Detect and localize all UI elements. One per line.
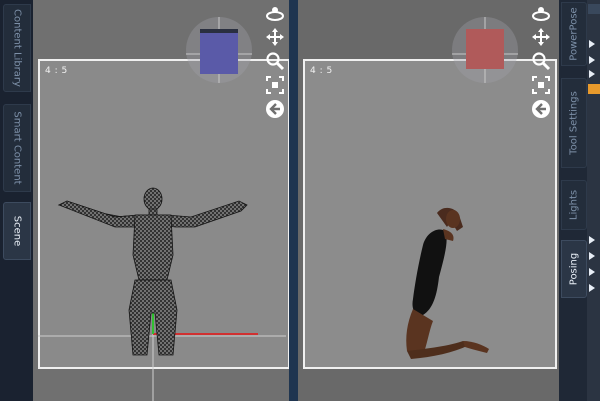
tab-label: Posing — [568, 252, 580, 286]
aspect-ratio-label: 4 : 5 — [310, 66, 333, 76]
tab-tool-settings[interactable]: Tool Settings — [561, 78, 587, 168]
pan-icon[interactable] — [531, 27, 551, 47]
tab-smart-content[interactable]: Smart Content — [3, 104, 31, 192]
tab-label: Content Library — [11, 9, 23, 87]
frame-icon[interactable] — [265, 75, 285, 95]
expand-arrow-icon[interactable] — [589, 70, 595, 78]
left-tab-strip: Content Library Smart Content Scene — [0, 0, 33, 401]
reset-view-icon[interactable] — [265, 99, 285, 119]
tab-label: Smart Content — [11, 111, 23, 185]
viewport-right[interactable]: 4 : 5 — [298, 0, 559, 401]
pan-icon[interactable] — [265, 27, 285, 47]
zoom-icon[interactable] — [265, 51, 285, 71]
tab-label: Lights — [568, 189, 580, 221]
view-cube[interactable] — [452, 17, 518, 83]
expand-arrow-icon[interactable] — [589, 56, 595, 64]
orbit-icon[interactable] — [531, 4, 551, 24]
viewport-left[interactable]: 4 : 5 — [33, 0, 289, 401]
right-tab-strip: PowerPose Tool Settings Lights Posing — [559, 0, 587, 401]
orbit-icon[interactable] — [265, 4, 285, 24]
wireframe-figure[interactable] — [55, 185, 255, 360]
tab-lights[interactable]: Lights — [561, 180, 587, 230]
expand-arrow-icon[interactable] — [589, 268, 595, 276]
tab-scene[interactable]: Scene — [3, 202, 31, 260]
list-header — [588, 4, 600, 14]
expand-arrow-icon[interactable] — [589, 40, 595, 48]
tab-label: PowerPose — [568, 7, 580, 61]
tab-content-library[interactable]: Content Library — [3, 4, 31, 92]
frame-icon[interactable] — [531, 75, 551, 95]
view-cube[interactable] — [186, 17, 252, 83]
expand-arrow-icon[interactable] — [589, 236, 595, 244]
tab-powerpose[interactable]: PowerPose — [561, 2, 587, 66]
tab-label: Scene — [11, 215, 23, 247]
viewport-separator[interactable] — [289, 0, 298, 401]
aspect-ratio-label: 4 : 5 — [45, 66, 68, 76]
expand-arrow-icon[interactable] — [589, 284, 595, 292]
reset-view-icon[interactable] — [531, 99, 551, 119]
posed-figure[interactable] — [393, 205, 503, 365]
tab-posing[interactable]: Posing — [561, 240, 587, 298]
expand-arrow-icon[interactable] — [589, 252, 595, 260]
daz-studio-window: Content Library Smart Content Scene 4 : … — [0, 0, 600, 401]
scene-tree-list[interactable] — [587, 0, 600, 401]
zoom-icon[interactable] — [531, 51, 551, 71]
tab-label: Tool Settings — [568, 91, 580, 155]
selected-item[interactable] — [588, 84, 600, 94]
